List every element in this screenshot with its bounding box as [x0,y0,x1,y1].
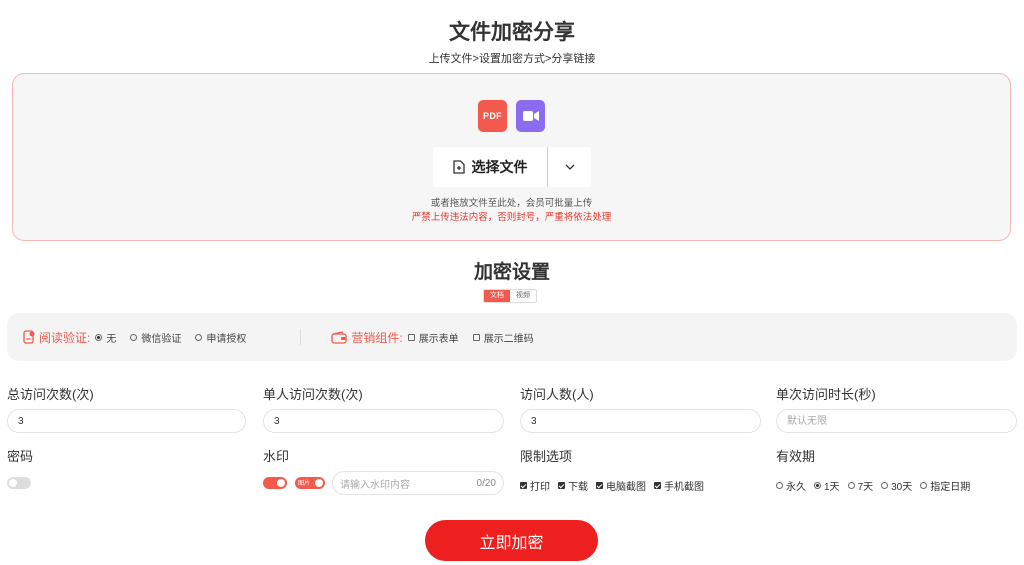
watermark-placeholder: 请输入水印内容 [340,479,410,491]
tab-document[interactable]: 文档 [484,290,510,302]
watermark-image-toggle[interactable]: 图片 [295,477,325,489]
verify-option-label: 微信验证 [141,333,182,345]
radio-dot [847,482,855,489]
checkbox [654,482,661,489]
video-file-icon [516,100,545,132]
validity-custom-date[interactable]: 指定日期 [920,478,970,493]
radio-dot [881,482,889,489]
checkbox [558,482,565,489]
restrict-print[interactable]: 打印 [520,478,550,493]
radio-dot [195,333,203,341]
select-file-label: 选择文件 [471,159,528,175]
pdf-icon-text: PDF [483,111,502,121]
verify-label: 阅读验证: [39,330,91,345]
single-visits-input[interactable] [263,409,504,433]
password-toggle[interactable] [7,477,31,489]
marketing-option-label: 展示二维码 [483,333,534,345]
upload-warning: 严禁上传违法内容，否则封号，严重将依法处理 [411,212,612,223]
radio-dot [920,482,928,489]
duration-label: 单次访问时长(秒) [776,387,876,402]
total-visits-label: 总访问次数(次) [7,387,94,402]
validity-option-label: 7天 [857,482,874,493]
options-bar: 阅读验证: 无 微信验证 申请授权 营销组件: 展示表单 展示二维码 [7,313,1017,361]
marketing-option-qrcode[interactable]: 展示二维码 [472,330,534,345]
visitors-label: 访问人数(人) [520,387,594,402]
tab-video[interactable]: 视频 [510,290,536,302]
restrict-option-label: 手机截图 [664,482,704,493]
validity-label: 有效期 [776,449,816,464]
validity-1-day[interactable]: 1天 [814,478,840,493]
file-add-icon [452,160,465,174]
file-type-icons: PDF [13,100,1010,132]
total-visits-input[interactable] [7,409,246,433]
verify-group: 阅读验证: 无 微信验证 申请授权 [23,329,260,346]
radio-dot [814,482,821,489]
checkbox [596,482,603,489]
select-source-dropdown[interactable] [548,147,591,187]
password-label: 密码 [7,449,34,464]
verify-option-wechat[interactable]: 微信验证 [130,330,181,345]
verify-option-none[interactable]: 无 [95,330,116,345]
phone-verify-icon [23,330,35,344]
restrict-option-label: 电脑截图 [606,482,646,493]
validity-7-days[interactable]: 7天 [847,478,874,493]
toggle-knob [277,479,285,487]
verify-option-label: 无 [106,333,117,345]
watermark-label: 水印 [263,449,290,464]
select-file-button[interactable]: 选择文件 [433,147,547,187]
duration-input[interactable] [776,409,1017,433]
chevron-down-icon [565,164,574,170]
restrict-option-label: 下载 [568,482,588,493]
marketing-group: 营销组件: 展示表单 展示二维码 [331,329,547,346]
upload-hint: 或者拖放文件至此处，会员可批量上传 [430,198,593,209]
settings-title: 加密设置 [473,262,550,283]
watermark-counter: 0/20 [476,477,496,489]
toggle-knob [315,479,323,487]
restrictions-options: 打印 下载 电脑截图 手机截图 [520,478,712,493]
restrict-mobile-screenshot[interactable]: 手机截图 [654,478,704,493]
radio-dot [776,482,783,489]
validity-30-days[interactable]: 30天 [881,478,912,493]
validity-forever[interactable]: 永久 [776,478,806,493]
watermark-toggle[interactable] [263,477,287,489]
pdf-icon: PDF [478,100,507,132]
marketing-label: 营销组件: [351,330,403,345]
watermark-input[interactable]: 请输入水印内容 0/20 [332,471,504,495]
restrict-option-label: 打印 [530,482,550,493]
restrict-download[interactable]: 下载 [558,478,588,493]
validity-option-label: 30天 [891,482,913,493]
toggle-knob [9,479,17,487]
checkbox [407,333,415,341]
checkbox [472,333,480,341]
marketing-option-label: 展示表单 [418,333,459,345]
encrypt-submit-button[interactable]: 立即加密 [425,520,598,561]
watermark-image-badge: 图片 [298,481,311,487]
page-title: 文件加密分享 [449,21,575,44]
checkbox [520,482,527,489]
single-visits-label: 单人访问次数(次) [263,387,363,402]
marketing-option-form[interactable]: 展示表单 [407,330,459,345]
options-divider [300,329,302,345]
verify-option-request[interactable]: 申请授权 [195,330,246,345]
restrict-pc-screenshot[interactable]: 电脑截图 [596,478,646,493]
select-file-group: 选择文件 [433,147,591,187]
validity-options: 永久 1天 7天 30天 指定日期 [776,478,978,493]
validity-option-label: 永久 [786,482,806,493]
radio-dot [130,333,138,341]
upload-dropzone[interactable]: PDF 选择文件 或者拖放文件至此处，会员可批量上传 严禁上传违法内容，否则封号… [12,73,1011,241]
verify-option-label: 申请授权 [206,333,247,345]
radio-dot [95,333,103,341]
wallet-icon [331,330,347,344]
validity-option-label: 1天 [824,482,840,493]
restrictions-label: 限制选项 [520,449,573,464]
visitors-input[interactable] [520,409,761,433]
steps-breadcrumb: 上传文件>设置加密方式>分享链接 [428,53,596,65]
type-tabs: 文档 视频 [483,289,537,303]
validity-option-label: 指定日期 [930,482,971,493]
